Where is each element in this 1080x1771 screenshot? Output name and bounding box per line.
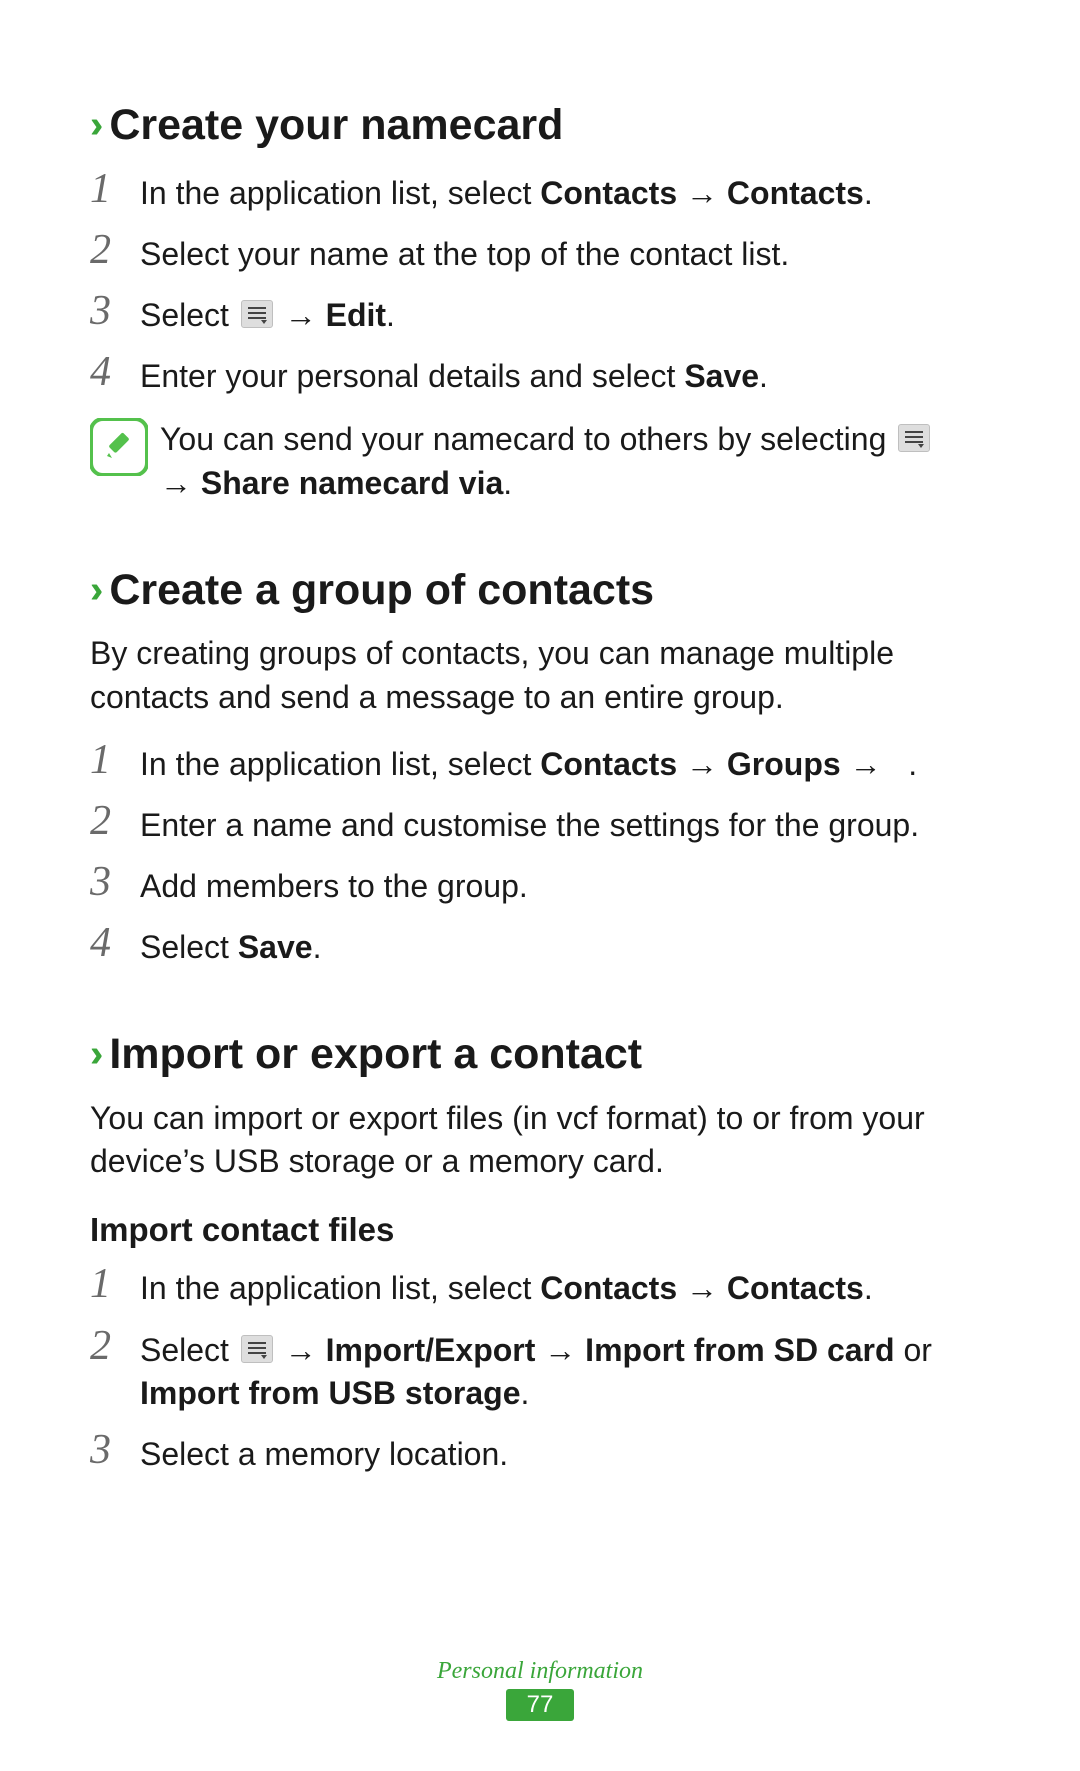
bold-fragment: Contacts → Contacts [540, 175, 864, 211]
text-fragment: → [276, 1332, 326, 1368]
text-fragment: In the application list, select [140, 175, 540, 211]
step-text: Enter a name and customise the settings … [140, 800, 990, 847]
step-row: 1 In the application list, select Contac… [90, 739, 990, 786]
menu-icon [241, 300, 273, 328]
text-fragment: Select [140, 929, 238, 965]
step-text: Select a memory location. [140, 1429, 990, 1476]
chevron-icon: ›› [90, 103, 91, 149]
step-row: 4 Select Save. [90, 922, 990, 969]
bold-fragment: Save [238, 929, 313, 965]
bold-fragment: Contacts → Contacts [540, 1270, 864, 1306]
heading-import-export: ›› Import or export a contact [90, 1029, 990, 1081]
text-fragment: You can send your namecard to others by … [160, 421, 895, 457]
step-text: Add members to the group. [140, 861, 990, 908]
text-fragment: → [276, 297, 326, 333]
step-row: 1 In the application list, select Contac… [90, 168, 990, 215]
step-text: Enter your personal details and select S… [140, 351, 990, 398]
heading-text: Create a group of contacts [109, 565, 654, 617]
text-fragment: or [895, 1332, 932, 1368]
step-row: 2 Enter a name and customise the setting… [90, 800, 990, 847]
step-row: 4 Enter your personal details and select… [90, 351, 990, 398]
text-fragment: Select [140, 1332, 238, 1368]
step-number: 1 [90, 739, 140, 781]
intro-text: By creating groups of contacts, you can … [90, 632, 990, 718]
text-fragment: In the application list, select [140, 746, 540, 782]
text-fragment: . [882, 746, 918, 782]
step-number: 3 [90, 861, 140, 903]
step-number: 2 [90, 1325, 140, 1367]
text-fragment: . [864, 175, 873, 211]
page-container: ›› Create your namecard 1 In the applica… [0, 0, 1080, 1771]
step-number: 3 [90, 290, 140, 332]
step-number: 2 [90, 800, 140, 842]
step-text: In the application list, select Contacts… [140, 739, 990, 786]
heading-create-group: ›› Create a group of contacts [90, 565, 990, 617]
page-footer: Personal information 77 [0, 1658, 1080, 1721]
text-fragment: . [503, 465, 512, 501]
text-fragment: . [386, 297, 395, 333]
heading-text: Import or export a contact [109, 1029, 642, 1081]
step-text: Select → Edit. [140, 290, 990, 337]
bold-fragment: Contacts → Groups → [540, 746, 881, 782]
chevron-icon: ›› [90, 1032, 91, 1078]
text-fragment: . [864, 1270, 873, 1306]
text-fragment: . [313, 929, 322, 965]
step-number: 4 [90, 351, 140, 393]
step-text: In the application list, select Contacts… [140, 168, 990, 215]
bold-fragment: Import from USB storage [140, 1375, 520, 1411]
subheading-import-files: Import contact files [90, 1211, 990, 1249]
text-fragment: Enter your personal details and select [140, 358, 684, 394]
step-number: 1 [90, 168, 140, 210]
bold-fragment: Import/Export → Import from SD card [326, 1332, 895, 1368]
note-block: You can send your namecard to others by … [90, 416, 990, 504]
note-pencil-icon [90, 418, 148, 476]
heading-create-namecard: ›› Create your namecard [90, 100, 990, 152]
intro-text: You can import or export files (in vcf f… [90, 1097, 990, 1183]
step-row: 3 Select → Edit. [90, 290, 990, 337]
menu-icon [898, 424, 930, 452]
text-fragment: . [520, 1375, 529, 1411]
step-text: Select your name at the top of the conta… [140, 229, 990, 276]
step-text: Select → Import/Export → Import from SD … [140, 1325, 990, 1415]
step-text: Select Save. [140, 922, 990, 969]
chevron-icon: ›› [90, 568, 91, 614]
step-text: In the application list, select Contacts… [140, 1263, 990, 1310]
text-fragment: → [160, 465, 201, 501]
step-row: 2 Select → Import/Export → Import from S… [90, 1325, 990, 1415]
menu-icon [241, 1335, 273, 1363]
text-fragment: . [759, 358, 768, 394]
step-row: 3 Add members to the group. [90, 861, 990, 908]
footer-section-label: Personal information [0, 1658, 1080, 1685]
bold-fragment: Edit [326, 297, 386, 333]
text-fragment: Select [140, 297, 238, 333]
text-fragment: In the application list, select [140, 1270, 540, 1306]
step-number: 1 [90, 1263, 140, 1305]
step-number: 2 [90, 229, 140, 271]
note-text: You can send your namecard to others by … [160, 416, 990, 504]
bold-fragment: Share namecard via [201, 465, 503, 501]
page-number-badge: 77 [506, 1689, 574, 1721]
bold-fragment: Save [684, 358, 759, 394]
step-row: 1 In the application list, select Contac… [90, 1263, 990, 1310]
step-row: 3 Select a memory location. [90, 1429, 990, 1476]
heading-text: Create your namecard [109, 100, 563, 152]
step-number: 3 [90, 1429, 140, 1471]
step-row: 2 Select your name at the top of the con… [90, 229, 990, 276]
step-number: 4 [90, 922, 140, 964]
content-area: ›› Create your namecard 1 In the applica… [90, 100, 990, 1476]
